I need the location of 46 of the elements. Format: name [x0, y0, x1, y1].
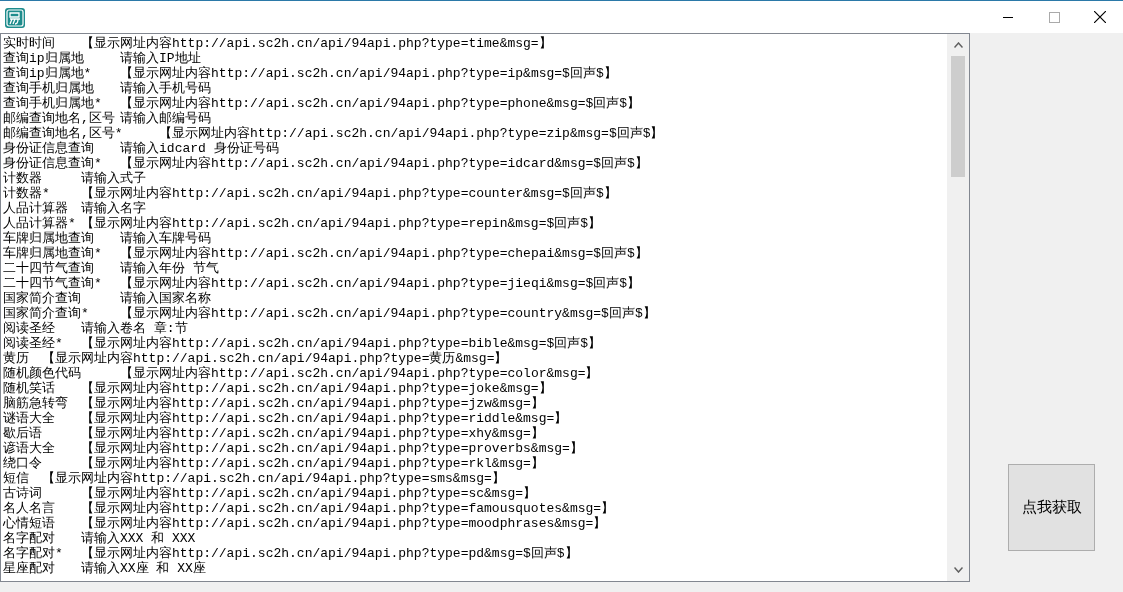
text-line: 邮编查询地名,区号 请输入邮编号码: [3, 111, 212, 126]
minimize-icon: [1003, 16, 1013, 18]
text-line: 随机笑话 【显示网址内容http://api.sc2h.cn/api/94api.php?type=joke&msg=】: [3, 381, 552, 396]
text-line: 国家简介查询* 【显示网址内容http://api.sc2h.cn/api/94api.php?type=country&msg=$回声$】: [3, 306, 656, 321]
text-line: 车牌归属地查询* 【显示网址内容http://api.sc2h.cn/api/94api.php?type=chepai&msg=$回声$】: [3, 246, 648, 261]
text-line: 短信 【显示网址内容http://api.sc2h.cn/api/94api.php?type=sms&msg=】: [3, 471, 505, 486]
maximize-icon: [1048, 11, 1060, 23]
text-line: 计数器* 【显示网址内容http://api.sc2h.cn/api/94api.php?type=counter&msg=$回声$】: [3, 186, 617, 201]
text-line: 歇后语 【显示网址内容http://api.sc2h.cn/api/94api.php?type=xhy&msg=】: [3, 426, 544, 441]
text-line: 星座配对 请输入XX座 和 XX座: [3, 561, 206, 576]
chevron-down-icon: [953, 567, 963, 573]
text-line: 二十四节气查询* 【显示网址内容http://api.sc2h.cn/api/94api.php?type=jieqi&msg=$回声$】: [3, 276, 641, 291]
text-line: 计数器 请输入式子: [3, 171, 146, 186]
text-editor[interactable]: [0, 33, 970, 582]
text-line: 身份证信息查询 请输入idcard 身份证号码: [3, 141, 279, 156]
text-line: 身份证信息查询* 【显示网址内容http://api.sc2h.cn/api/94api.php?type=idcard&msg=$回声$】: [3, 156, 648, 171]
scrollbar-thumb[interactable]: [951, 56, 965, 177]
text-line: 随机颜色代码 【显示网址内容http://api.sc2h.cn/api/94api.php?type=color&msg=】: [3, 366, 599, 381]
text-line: 人品计算器 请输入名字: [3, 201, 146, 216]
text-line: 阅读圣经* 【显示网址内容http://api.sc2h.cn/api/94api.php?type=bible&msg=$回声$】: [3, 336, 602, 351]
text-line: 名人名言 【显示网址内容http://api.sc2h.cn/api/94api.php?type=famousquotes&msg=】: [3, 501, 615, 516]
text-line: 脑筋急转弯 【显示网址内容http://api.sc2h.cn/api/94api.php?type=jzw&msg=】: [3, 396, 544, 411]
chevron-up-icon: [953, 42, 963, 48]
text-line: 人品计算器* 【显示网址内容http://api.sc2h.cn/api/94api.php?type=repin&msg=$回声$】: [3, 216, 602, 231]
text-line: 阅读圣经 请输入卷名 章:节: [3, 321, 188, 336]
close-icon: [1094, 11, 1106, 23]
text-line: 实时时间 【显示网址内容http://api.sc2h.cn/api/94api.php?type=time&msg=】: [3, 36, 552, 51]
fetch-button[interactable]: 点我获取: [1008, 464, 1095, 551]
text-line: 心情短语 【显示网址内容http://api.sc2h.cn/api/94api.php?type=moodphrases&msg=】: [3, 516, 607, 531]
text-line: 绕口令 【显示网址内容http://api.sc2h.cn/api/94api.php?type=rkl&msg=】: [3, 456, 544, 471]
text-line: 邮编查询地名,区号* 【显示网址内容http://api.sc2h.cn/api/94api.php?type=zip&msg=$回声$】: [3, 126, 664, 141]
text-line: 查询手机归属地* 【显示网址内容http://api.sc2h.cn/api/94api.php?type=phone&msg=$回声$】: [3, 96, 641, 111]
text-line: 黄历 【显示网址内容http://api.sc2h.cn/api/94api.php?type=黄历&msg=】: [3, 351, 508, 366]
text-line: 名字配对 请输入XXX 和 XXX: [3, 531, 196, 546]
text-line: 二十四节气查询 请输入年份 节气: [3, 261, 219, 276]
text-line: 谚语大全 【显示网址内容http://api.sc2h.cn/api/94api.php?type=proverbs&msg=】: [3, 441, 583, 456]
text-line: 查询手机归属地 请输入手机号码: [3, 81, 212, 96]
text-line: 查询ip归属地* 【显示网址内容http://api.sc2h.cn/api/94api.php?type=ip&msg=$回声$】: [3, 66, 617, 81]
text-line: 谜语大全 【显示网址内容http://api.sc2h.cn/api/94api.php?type=riddle&msg=】: [3, 411, 568, 426]
scrollbar[interactable]: [947, 34, 969, 581]
text-line: 查询ip归属地 请输入IP地址: [3, 51, 201, 66]
text-line: 车牌归属地查询 请输入车牌号码: [3, 231, 212, 246]
text-line: 国家简介查询 请输入国家名称: [3, 291, 212, 306]
text-line: 名字配对* 【显示网址内容http://api.sc2h.cn/api/94api.php?type=pd&msg=$回声$】: [3, 546, 578, 561]
text-line: 古诗词 【显示网址内容http://api.sc2h.cn/api/94api.php?type=sc&msg=】: [3, 486, 537, 501]
app-icon: [4, 6, 26, 29]
